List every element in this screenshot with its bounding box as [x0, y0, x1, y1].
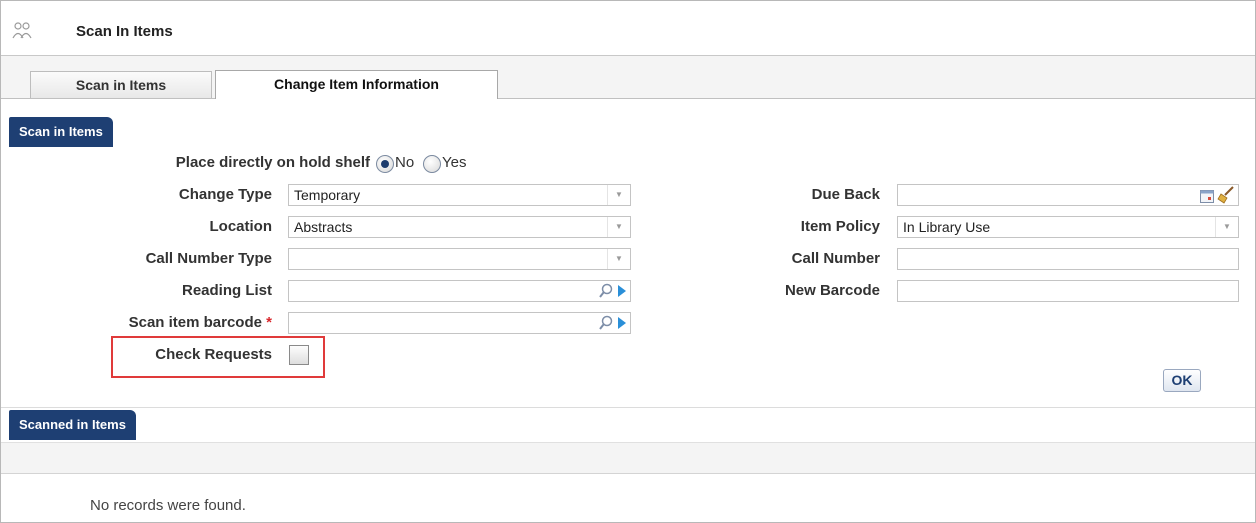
chevron-down-icon[interactable]: ▼ — [1215, 217, 1238, 237]
scan-item-barcode-label-text: Scan item barcode — [128, 314, 262, 331]
reading-list-input[interactable] — [288, 280, 631, 302]
item-policy-select[interactable]: In Library Use ▼ — [897, 216, 1239, 238]
chevron-down-icon[interactable]: ▼ — [607, 217, 630, 237]
hold-shelf-no-radio[interactable] — [376, 155, 394, 173]
location-value: Abstracts — [294, 219, 353, 235]
chevron-down-icon[interactable]: ▼ — [607, 249, 630, 269]
section-divider — [1, 407, 1255, 408]
clear-broom-icon[interactable] — [1217, 186, 1235, 209]
section-header-scanned-in-items: Scanned in Items — [9, 410, 136, 440]
required-asterisk: * — [266, 314, 272, 331]
page-title: Scan In Items — [76, 23, 173, 40]
check-requests-label: Check Requests — [155, 346, 272, 363]
calendar-icon[interactable] — [1200, 188, 1214, 208]
users-group-icon — [11, 21, 33, 44]
ok-button[interactable]: OK — [1163, 369, 1201, 392]
location-select[interactable]: Abstracts ▼ — [288, 216, 631, 238]
change-type-value: Temporary — [294, 187, 361, 203]
reading-list-label: Reading List — [181, 282, 272, 299]
chevron-down-icon[interactable]: ▼ — [607, 185, 630, 205]
tab-scan-in-items[interactable]: Scan in Items — [30, 71, 212, 98]
scan-item-barcode-label: Scan item barcode * — [60, 314, 272, 331]
item-policy-label: Item Policy — [800, 218, 880, 235]
new-barcode-label: New Barcode — [784, 282, 880, 299]
scan-item-barcode-input[interactable] — [288, 312, 631, 334]
call-number-type-select[interactable]: ▼ — [288, 248, 631, 270]
search-lookup-icon[interactable] — [598, 315, 628, 331]
call-number-label: Call Number — [791, 250, 880, 267]
tab-change-item-information[interactable]: Change Item Information — [215, 70, 498, 99]
check-requests-checkbox[interactable] — [289, 345, 309, 365]
item-policy-value: In Library Use — [903, 219, 991, 235]
due-back-input[interactable] — [897, 184, 1239, 206]
tab-strip: Scan in Items Change Item Information — [1, 56, 1255, 99]
results-header-strip — [1, 442, 1255, 474]
call-number-type-label: Call Number Type — [145, 250, 272, 267]
change-type-select[interactable]: Temporary ▼ — [288, 184, 631, 206]
due-back-label: Due Back — [811, 186, 880, 203]
empty-results-message: No records were found. — [90, 497, 246, 514]
hold-shelf-label: Place directly on hold shelf — [175, 154, 370, 171]
page-header: Scan In Items — [1, 1, 1255, 56]
change-type-label: Change Type — [178, 186, 272, 203]
search-lookup-icon[interactable] — [598, 283, 628, 299]
hold-shelf-yes-radio[interactable] — [423, 155, 441, 173]
hold-shelf-yes-label: Yes — [442, 154, 467, 171]
section-header-scan-in-items: Scan in Items — [9, 117, 113, 147]
new-barcode-input[interactable] — [897, 280, 1239, 302]
hold-shelf-no-label: No — [395, 154, 415, 171]
location-label: Location — [209, 218, 273, 235]
call-number-input[interactable] — [897, 248, 1239, 270]
